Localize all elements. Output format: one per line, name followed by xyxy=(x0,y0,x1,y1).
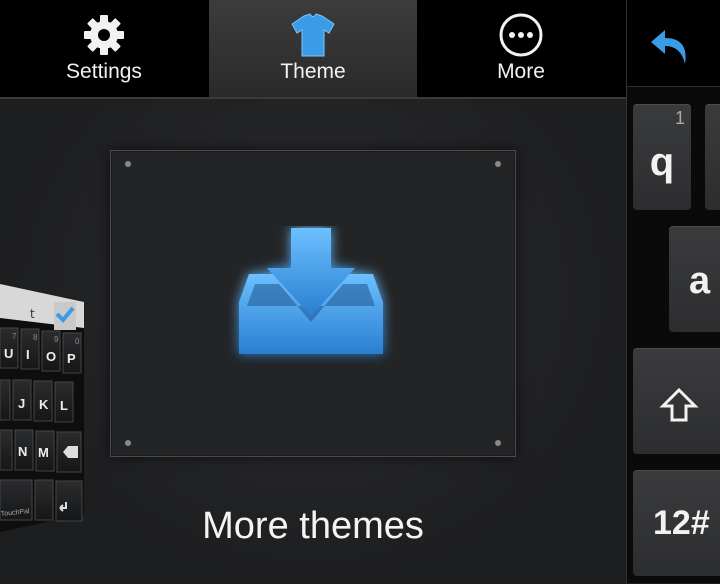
preview-sub-0: 0 xyxy=(75,337,80,346)
back-arrow-icon xyxy=(651,30,686,64)
key-a[interactable]: a xyxy=(669,226,720,332)
preview-key-l: L xyxy=(60,398,68,413)
download-inbox-icon xyxy=(239,228,383,354)
key-shift[interactable] xyxy=(633,348,720,454)
more-themes-frame[interactable] xyxy=(110,150,516,457)
tab-settings-label: Settings xyxy=(66,60,142,83)
preview-sub-8: 8 xyxy=(33,333,38,342)
more-themes-label[interactable]: More themes xyxy=(0,505,626,548)
tab-settings[interactable]: Settings xyxy=(0,0,208,97)
frame-screw xyxy=(495,440,501,446)
shift-icon xyxy=(659,387,699,422)
frame-screw xyxy=(125,440,131,446)
key-numbers-label: 12# xyxy=(653,504,710,542)
tab-theme[interactable]: Theme xyxy=(209,0,417,97)
preview-key-i: I xyxy=(26,347,30,362)
preview-key-m: M xyxy=(38,445,49,460)
preview-key-n: N xyxy=(18,444,27,459)
key-q-label: q xyxy=(649,140,675,184)
key-numbers[interactable]: 12# xyxy=(633,470,720,576)
tab-more-label: More xyxy=(497,60,545,83)
frame-screw xyxy=(125,161,131,167)
tab-bar: Settings Theme More xyxy=(0,0,626,99)
key-w[interactable] xyxy=(705,104,720,210)
gear-icon xyxy=(84,15,124,55)
preview-key-p: P xyxy=(67,351,76,366)
keyboard-strip: 1 q a 12# xyxy=(626,0,720,583)
key-a-label: a xyxy=(689,260,711,302)
twitter-icon: t xyxy=(30,307,35,321)
frame-screw xyxy=(495,161,501,167)
tab-more[interactable]: More xyxy=(417,0,625,97)
theme-panel: t U I O P 7 8 9 0 J K L N M TouchPal Mor… xyxy=(0,99,626,583)
tshirt-icon xyxy=(291,13,335,57)
preview-key-j: J xyxy=(18,396,25,411)
preview-sub-7: 7 xyxy=(12,332,17,341)
back-button[interactable] xyxy=(627,0,720,87)
key-q-sub: 1 xyxy=(674,108,685,128)
key-q[interactable]: 1 q xyxy=(633,104,691,210)
preview-key-o: O xyxy=(46,349,56,364)
tab-theme-label: Theme xyxy=(280,60,346,83)
preview-sub-9: 9 xyxy=(54,335,59,344)
preview-key-k: K xyxy=(39,397,49,412)
preview-key-u: U xyxy=(4,346,13,361)
more-dots-icon xyxy=(499,13,543,57)
